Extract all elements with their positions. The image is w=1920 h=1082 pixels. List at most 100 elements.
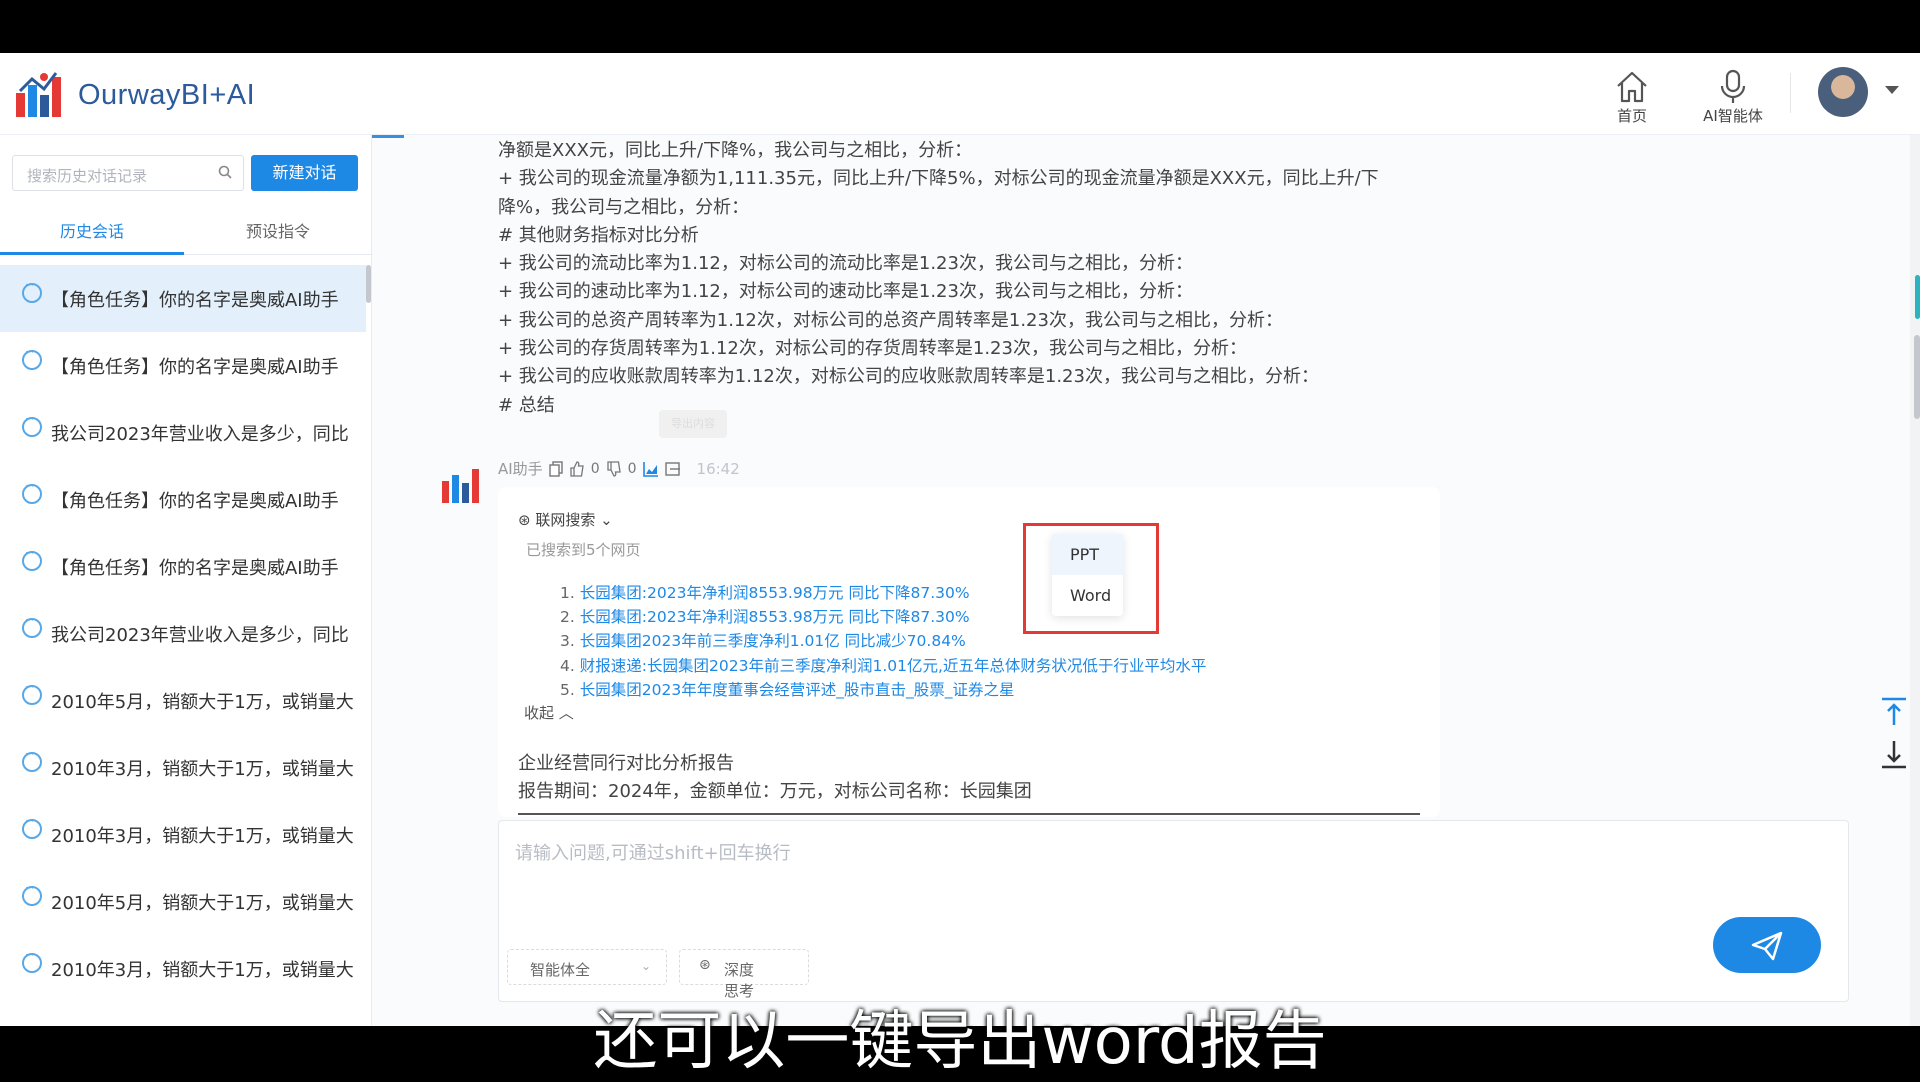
scroll-to-bottom-icon[interactable]	[1880, 737, 1908, 769]
thumbs-down-icon[interactable]	[606, 460, 622, 477]
web-search-toggle[interactable]: ⊛ 联网搜索 ⌄	[518, 509, 613, 530]
message-line: + 我公司的现金流量净额为1,111.35元，同比上升/下降5%，对标公司的现金…	[498, 168, 1379, 190]
ai-agent-button[interactable]: AI智能体	[1688, 65, 1778, 126]
history-item[interactable]: 【角色任务】你的名字是奥威AI助手	[0, 466, 366, 533]
export-icon[interactable]	[664, 461, 681, 477]
chart-icon[interactable]	[642, 461, 659, 477]
history-item[interactable]: 2010年5月，销额大于1万，或销量大	[0, 868, 366, 935]
scroll-to-top-icon[interactable]	[1880, 697, 1908, 729]
chat-bubble-icon	[22, 881, 42, 906]
history-item-label: 我公司2023年营业收入是多少，同比	[51, 423, 349, 445]
history-item-label: 2010年5月，销额大于1万，或销量大	[51, 892, 354, 914]
message-line: + 我公司的流动比率为1.12，对标公司的流动比率是1.23次，我公司与之相比，…	[498, 253, 1193, 275]
source-link-text: 长园集团:2023年净利润8553.98万元 同比下降87.30%	[579, 608, 970, 627]
collapse-label: 收起	[524, 704, 555, 722]
home-button[interactable]: 首页	[1587, 65, 1677, 126]
globe-icon: ⊛	[518, 511, 531, 529]
logo[interactable]: OurwayBI+AI	[14, 71, 255, 119]
history-item[interactable]: 我公司2023年营业收入是多少，同比	[0, 399, 366, 466]
chat-scroll-marker	[1915, 275, 1920, 319]
history-list: 【角色任务】你的名字是奥威AI助手 【角色任务】你的名字是奥威AI助手 我公司2…	[0, 265, 366, 1002]
source-link-text: 长园集团2023年年度董事会经营评述_股市直击_股票_证券之星	[579, 680, 1015, 699]
chevron-down-icon: ⌄	[641, 959, 652, 973]
report-title: 企业经营同行对比分析报告	[518, 753, 734, 774]
ai-reply-meta: AI助手 0 0 16:42	[498, 458, 740, 479]
chat-input[interactable]: 请输入问题,可通过shift+回车换行	[515, 839, 791, 865]
ai-agent-label: AI智能体	[1703, 107, 1763, 125]
home-icon	[1617, 71, 1647, 103]
message-line: # 其他财务指标对比分析	[498, 224, 699, 246]
history-item[interactable]: 【角色任务】你的名字是奥威AI助手	[0, 533, 366, 600]
message-line: + 我公司的应收账款周转率为1.12次，对标公司的应收账款周转率是1.23次，我…	[498, 366, 1319, 388]
message-content: 净额是XXX元，同比上升/下降%，我公司与之相比，分析： + 我公司的现金流量净…	[498, 137, 1458, 420]
source-link-text: 长园集团2023年前三季度净利1.01亿 同比减少70.84%	[579, 632, 966, 651]
atom-icon: ⊛	[699, 957, 711, 973]
new-chat-button[interactable]: 新建对话	[251, 155, 358, 191]
copy-icon[interactable]	[548, 460, 563, 477]
send-button[interactable]	[1713, 917, 1821, 973]
logo-icon	[16, 72, 61, 117]
sidebar: 搜索历史对话记录 新建对话 历史会话 预设指令 【角色任务】你的名字是奥威AI助…	[0, 135, 372, 1026]
letterbox-top	[0, 0, 1920, 53]
app-window: OurwayBI+AI 首页 AI智能体 搜索历史对话记录 新建对话 历史会话 …	[0, 53, 1920, 1026]
user-avatar[interactable]	[1818, 67, 1868, 117]
web-search-label: 联网搜索	[535, 511, 596, 529]
history-item[interactable]: 2010年5月，销额大于1万，或销量大	[0, 667, 366, 734]
top-header: OurwayBI+AI 首页 AI智能体	[0, 53, 1920, 135]
sidebar-scrollbar[interactable]	[366, 265, 371, 303]
history-item-label: 2010年3月，销额大于1万，或销量大	[51, 825, 354, 847]
history-search-input[interactable]: 搜索历史对话记录	[12, 155, 244, 191]
history-item[interactable]: 【角色任务】你的名字是奥威AI助手	[0, 265, 366, 332]
chat-bubble-icon	[22, 546, 42, 571]
source-link[interactable]: 5. 长园集团2023年年度董事会经营评述_股市直击_股票_证券之星	[560, 678, 1206, 702]
history-item-label: 【角色任务】你的名字是奥威AI助手	[51, 289, 339, 311]
microphone-icon	[1720, 69, 1746, 103]
message-line: + 我公司的速动比率为1.12，对标公司的速动比率是1.23次，我公司与之相比，…	[498, 281, 1193, 303]
message-line: 降%，我公司与之相比，分析：	[498, 196, 750, 218]
history-item-label: 2010年3月，销额大于1万，或销量大	[51, 959, 354, 981]
chat-bubble-icon	[22, 412, 42, 437]
chat-scrollbar-thumb[interactable]	[1914, 335, 1920, 419]
tab-history[interactable]: 历史会话	[0, 207, 184, 255]
chevron-up-icon: ︿	[558, 704, 574, 722]
searched-count: 已搜索到5个网页	[526, 541, 641, 559]
source-link-text: 财报速递:长园集团2023年前三季度净利润1.01亿元,近五年总体财务状况低于行…	[579, 656, 1207, 675]
chevron-down-icon: ⌄	[600, 511, 613, 529]
like-count: 0	[590, 460, 600, 477]
history-item[interactable]: 2010年3月，销额大于1万，或销量大	[0, 734, 366, 801]
video-subtitle: 还可以一键导出word报告	[593, 1005, 1327, 1079]
ai-assistant-avatar	[442, 469, 479, 503]
message-line: 净额是XXX元，同比上升/下降%，我公司与之相比，分析：	[498, 140, 973, 161]
send-icon	[1751, 931, 1783, 961]
history-item[interactable]: 2010年3月，销额大于1万，或销量大	[0, 801, 366, 868]
history-item-label: 2010年5月，销额大于1万，或销量大	[51, 691, 354, 713]
chat-bubble-icon	[22, 747, 42, 772]
ai-sender: AI助手	[498, 460, 543, 478]
search-icon[interactable]	[218, 165, 232, 179]
message-line: + 我公司的总资产周转率为1.12次，对标公司的总资产周转率是1.23次，我公司…	[498, 309, 1283, 331]
chat-bubble-icon	[22, 814, 42, 839]
dislike-count: 0	[627, 460, 637, 477]
header-divider	[1790, 73, 1791, 113]
history-item-label: 【角色任务】你的名字是奥威AI助手	[51, 356, 339, 378]
chat-bubble-icon	[22, 345, 42, 370]
message-line: + 我公司的存货周转率为1.12次，对标公司的存货周转率是1.23次，我公司与之…	[498, 338, 1247, 360]
source-link-text: 长园集团:2023年净利润8553.98万元 同比下降87.30%	[579, 584, 970, 602]
history-item-label: 我公司2023年营业收入是多少，同比	[51, 624, 349, 646]
collapse-button[interactable]: 收起 ︿	[524, 702, 574, 723]
chat-bubble-icon	[22, 680, 42, 705]
tab-preset-commands[interactable]: 预设指令	[186, 207, 370, 255]
chevron-down-icon[interactable]	[1885, 86, 1899, 94]
sidebar-tabs: 历史会话 预设指令	[0, 207, 372, 255]
history-item[interactable]: 【角色任务】你的名字是奥威AI助手	[0, 332, 366, 399]
history-item[interactable]: 我公司2023年营业收入是多少，同比	[0, 600, 366, 667]
source-link[interactable]: 4. 财报速递:长园集团2023年前三季度净利润1.01亿元,近五年总体财务状况低…	[560, 654, 1206, 678]
chat-input-box[interactable]: 请输入问题,可通过shift+回车换行 智能体全 ⌄ 深度思考 ⊛	[498, 820, 1849, 1002]
chat-bubble-icon	[22, 278, 42, 303]
report-subtitle: 报告期间：2024年，金额单位：万元，对标公司名称：长园集团	[518, 781, 1032, 802]
export-tooltip: 导出内容	[659, 410, 727, 438]
chat-scrollbar-track	[1910, 135, 1920, 1026]
loading-bar	[372, 135, 404, 138]
chat-bubble-icon	[22, 613, 42, 638]
thumbs-up-icon[interactable]	[569, 460, 585, 477]
